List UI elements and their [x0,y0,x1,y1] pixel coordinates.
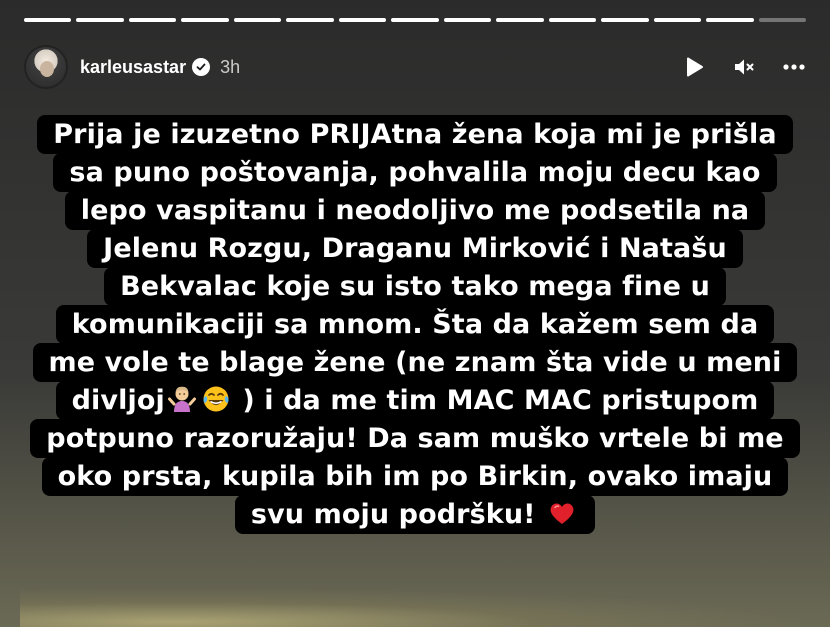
caption-line: lepo vaspitanu i neodoljivo me podsetila… [64,191,766,230]
play-icon[interactable] [682,55,706,79]
caption-line: oko prsta, kupila bih im po Birkin, ovak… [41,457,789,496]
progress-segment [391,18,439,22]
caption-line: svu moju podršku! [234,495,596,534]
story-caption: Prija je izuzetno PRIJAtna žena koja mi … [0,115,830,534]
story-controls [682,55,806,79]
story-header: karleusastar 3h [24,44,806,90]
progress-segment [286,18,334,22]
progress-segment [758,18,807,22]
progress-segment [338,18,387,22]
caption-line: potpuno razoružaju! Da sam muško vrtele … [30,419,800,458]
progress-segment [76,18,124,22]
caption-text: svu moju podršku! [250,499,546,530]
caption-line: Prija je izuzetno PRIJAtna žena koja mi … [37,115,793,154]
caption-text: divljoj [71,385,165,416]
caption-line: Jelenu Rozgu, Draganu Mirković i Natašu [87,229,743,268]
muted-speaker-icon[interactable] [732,55,756,79]
story-progress-bar [24,18,807,22]
caption-line: sa puno poštovanja, pohvalila moju decu … [53,153,777,192]
progress-segment [496,18,544,22]
caption-text: ) i da me tim MAC MAC pristupom [232,385,759,416]
more-options-icon[interactable] [782,55,806,79]
profile-avatar[interactable] [24,45,68,89]
progress-segment [181,18,229,22]
progress-segment [706,18,754,22]
woman-shrugging-emoji [167,384,197,414]
progress-segment [548,18,597,22]
caption-line: komunikaciji sa mnom. Šta da kažem sem d… [55,305,775,344]
progress-segment [233,18,282,22]
caption-line: divljoj ) i da me tim MAC MAC pristupom [55,381,775,420]
red-heart-emoji [547,498,577,528]
caption-line: me vole te blage žene (ne znam šta vide … [32,343,798,382]
progress-segment [653,18,702,22]
caption-line: Bekvalac koje su isto tako mega fine u [104,267,726,306]
progress-segment [128,18,177,22]
progress-segment [24,18,72,22]
instagram-story[interactable]: karleusastar 3h Prija je izuzetno PRIJAt… [0,0,830,627]
progress-segment [443,18,492,22]
face-with-tears-of-joy-emoji [201,384,231,414]
verified-badge-icon [192,58,211,76]
post-time: 3h [220,56,241,77]
background-photo [20,587,810,627]
progress-segment [601,18,649,22]
username[interactable]: karleusastar [80,57,186,78]
